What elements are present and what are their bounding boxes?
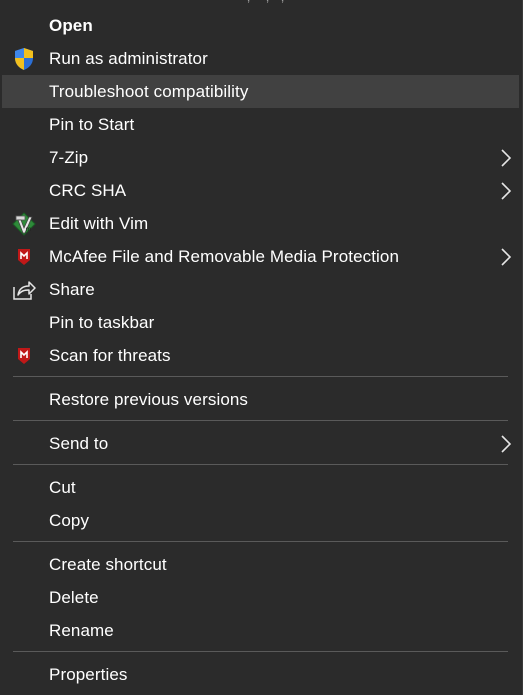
menu-item-create-shortcut[interactable]: Create shortcut [2, 548, 519, 581]
menu-item-cut[interactable]: Cut [2, 471, 519, 504]
menu-item-label: Rename [49, 620, 114, 640]
menu-item-send-to[interactable]: Send to [2, 427, 519, 460]
menu-item-label: Delete [49, 587, 99, 607]
chevron-right-icon [501, 148, 512, 167]
menu-item-label: 7-Zip [49, 147, 89, 167]
menu-item-7-zip[interactable]: 7-Zip [2, 141, 519, 174]
menu-item-label: Share [49, 279, 95, 299]
menu-item-label: Pin to taskbar [49, 312, 155, 332]
menu-item-copy[interactable]: Copy [2, 504, 519, 537]
menu-item-label: Copy [49, 510, 90, 530]
menu-item-open[interactable]: Open [2, 9, 519, 42]
menu-item-label: CRC SHA [49, 180, 127, 200]
menu-item-label: McAfee File and Removable Media Protecti… [49, 246, 400, 266]
context-menu: ' , ' -, '-, '- Open Run as administrato… [0, 0, 523, 695]
menu-item-label: Run as administrator [49, 48, 208, 68]
uac-shield-icon [12, 47, 36, 71]
menu-item-label: Troubleshoot compatibility [49, 81, 249, 101]
menu-item-label: Edit with Vim [49, 213, 149, 233]
menu-item-label: Cut [49, 477, 76, 497]
mcafee-icon [12, 245, 36, 269]
menu-item-pin-to-start[interactable]: Pin to Start [2, 108, 519, 141]
menu-separator [13, 651, 508, 652]
chevron-right-icon [501, 247, 512, 266]
menu-item-mcafee-file-protection[interactable]: McAfee File and Removable Media Protecti… [2, 240, 519, 273]
menu-item-label: Properties [49, 664, 128, 684]
menu-separator [13, 376, 508, 377]
cutoff-text: ' , ' -, '-, '- [240, 0, 296, 4]
menu-separator [13, 420, 508, 421]
menu-item-label: Open [49, 15, 93, 35]
menu-item-label: Create shortcut [49, 554, 167, 574]
menu-item-restore-previous-versions[interactable]: Restore previous versions [2, 383, 519, 416]
menu-item-troubleshoot-compatibility[interactable]: Troubleshoot compatibility [2, 75, 519, 108]
menu-separator [13, 541, 508, 542]
mcafee-icon [12, 344, 36, 368]
menu-item-crc-sha[interactable]: CRC SHA [2, 174, 519, 207]
vim-icon: m [12, 211, 36, 236]
menu-item-label: Send to [49, 433, 109, 453]
menu-item-properties[interactable]: Properties [2, 658, 519, 691]
menu-item-label: Pin to Start [49, 114, 135, 134]
share-icon [12, 278, 36, 302]
menu-separator [13, 464, 508, 465]
chevron-right-icon [501, 181, 512, 200]
menu-item-pin-to-taskbar[interactable]: Pin to taskbar [2, 306, 519, 339]
menu-item-delete[interactable]: Delete [2, 581, 519, 614]
chevron-right-icon [501, 434, 512, 453]
menu-item-edit-with-vim[interactable]: m Edit with Vim [2, 207, 519, 240]
menu-item-label: Restore previous versions [49, 389, 249, 409]
svg-text:m: m [26, 226, 32, 233]
cutoff-header-text: ' , ' -, '-, '- [0, 0, 523, 6]
menu-item-share[interactable]: Share [2, 273, 519, 306]
menu-item-label: Scan for threats [49, 345, 171, 365]
menu-item-scan-for-threats[interactable]: Scan for threats [2, 339, 519, 372]
menu-item-rename[interactable]: Rename [2, 614, 519, 647]
menu-item-run-as-administrator[interactable]: Run as administrator [2, 42, 519, 75]
